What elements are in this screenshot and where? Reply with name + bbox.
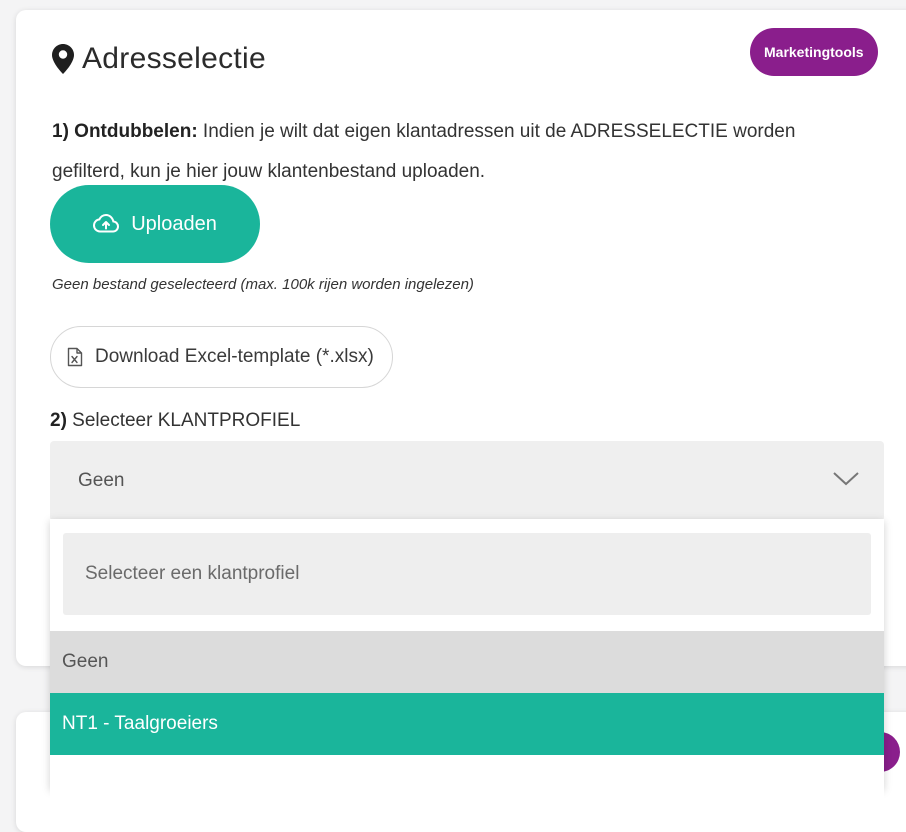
chevron-down-icon bbox=[833, 472, 859, 486]
download-template-button[interactable]: Download Excel-template (*.xlsx) bbox=[50, 326, 393, 388]
card-header: Adresselectie bbox=[52, 42, 266, 76]
klantprofiel-dropdown: Geen NT1 - Taalgroeiers bbox=[50, 519, 884, 817]
step2-label: 2) bbox=[50, 410, 67, 431]
ontdubbelen-description: 1) Ontdubbelen: Indien je wilt dat eigen… bbox=[52, 112, 872, 192]
upload-label: Uploaden bbox=[131, 212, 217, 235]
marketingtools-badge[interactable]: Marketingtools bbox=[750, 28, 878, 76]
step2-text: Selecteer KLANTPROFIEL bbox=[66, 410, 301, 431]
option-next-partial[interactable] bbox=[50, 755, 884, 817]
option-nt1-taalgroeiers[interactable]: NT1 - Taalgroeiers bbox=[50, 693, 884, 755]
download-label: Download Excel-template (*.xlsx) bbox=[95, 346, 374, 367]
option-geen[interactable]: Geen bbox=[50, 631, 884, 693]
klantprofiel-label: 2) Selecteer KLANTPROFIEL bbox=[50, 410, 300, 432]
upload-button[interactable]: Uploaden bbox=[50, 185, 260, 263]
select-value: Geen bbox=[78, 470, 125, 491]
map-pin-icon bbox=[52, 44, 74, 74]
klantprofiel-search-input[interactable] bbox=[63, 533, 871, 615]
klantprofiel-select[interactable]: Geen bbox=[50, 441, 884, 521]
page-title: Adresselectie bbox=[82, 42, 266, 75]
cloud-upload-icon bbox=[93, 214, 120, 233]
excel-file-icon bbox=[67, 347, 83, 367]
step1-label: 1) Ontdubbelen: bbox=[52, 121, 198, 142]
file-status-hint: Geen bestand geselecteerd (max. 100k rij… bbox=[52, 276, 474, 293]
